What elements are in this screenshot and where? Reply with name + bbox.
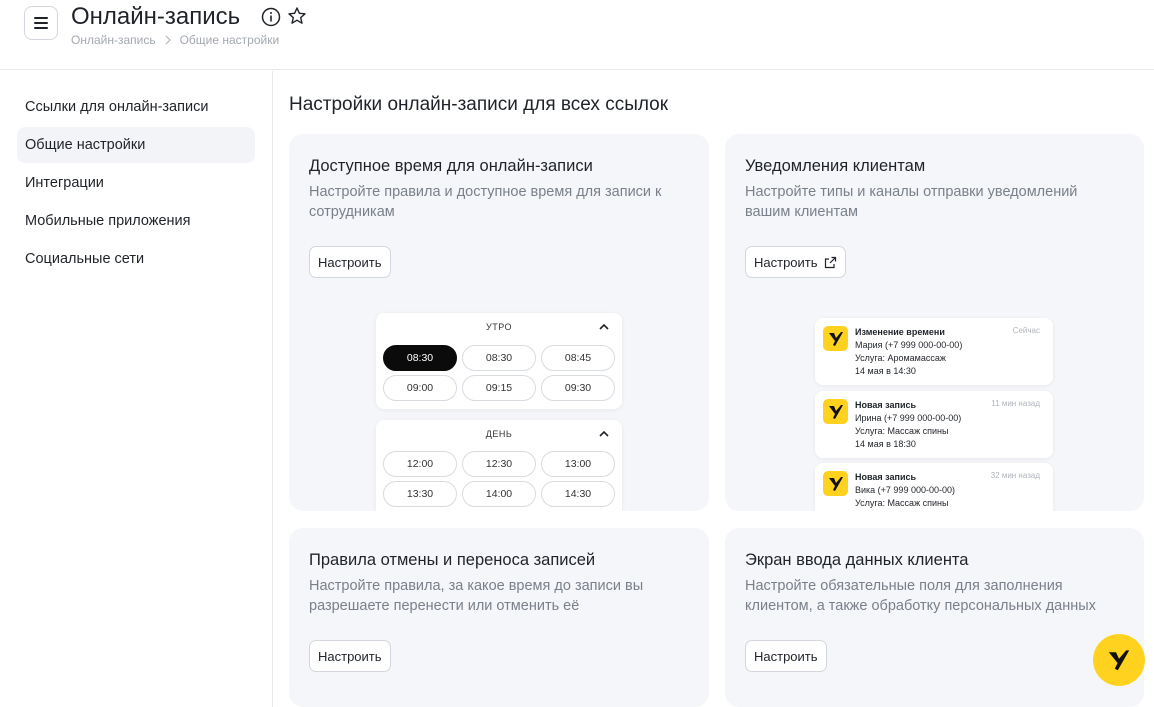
menu-button[interactable] [24,6,58,40]
time-slot[interactable]: 13:00 [541,451,615,477]
notification-service: Услуга: Массаж спины [855,426,949,436]
time-slot[interactable]: 12:30 [462,451,536,477]
time-slot[interactable]: 12:00 [383,451,457,477]
button-label: Настроить [318,648,382,664]
yclients-logo-icon [823,399,848,424]
card-client-data-screen: Экран ввода данных клиента Настройте обя… [725,528,1144,707]
notification-client: Ирина (+7 999 000-00-00) [855,413,962,423]
notification-title: Изменение времени [855,327,945,337]
card-title: Правила отмены и переноса записей [309,551,596,569]
sidebar-item-booking-links[interactable]: Ссылки для онлайн-записи [17,89,255,125]
yclients-logo-icon [823,471,848,496]
slot-group-label: ДЕНЬ [485,429,513,439]
configure-button[interactable]: Настроить [309,246,391,278]
configure-button[interactable]: Настроить [745,640,827,672]
slot-panel-morning: УТРО 08:30 08:30 08:45 09:00 09:15 09:30 [376,313,622,409]
yclients-logo-icon [1108,650,1130,671]
page-title: Онлайн-запись [71,3,241,30]
button-label: Настроить [754,254,818,270]
notification-time: Сейчас [1012,326,1040,335]
card-description: Настройте правила, за какое время до зап… [309,578,644,614]
card-title: Экран ввода данных клиента [745,551,969,569]
sidebar-item-general-settings[interactable]: Общие настройки [17,127,255,163]
sidebar-item-integrations[interactable]: Интеграции [17,165,255,201]
card-client-notifications: Уведомления клиентам Настройте типы и ка… [725,134,1144,511]
notification-time: 32 мин назад [990,471,1040,480]
notification-client: Вика (+7 999 000-00-00) [855,485,955,495]
notification-date: 14 мая в 18:30 [855,439,916,449]
yclients-logo-icon [823,326,848,351]
notification-service: Услуга: Аромамассаж [855,353,946,363]
section-title: Настройки онлайн-записи для всех ссылок [289,94,669,115]
chevron-right-icon [165,35,171,45]
notification-date: 14 мая в 14:30 [855,366,916,376]
notification-title: Новая запись [855,472,917,482]
info-icon[interactable] [261,7,281,27]
sidebar: Ссылки для онлайн-записи Общие настройки… [0,71,273,707]
button-label: Настроить [318,254,382,270]
breadcrumb-item-general-settings: Общие настройки [179,33,280,47]
configure-button[interactable]: Настроить [309,640,391,672]
configure-button[interactable]: Настроить [745,246,846,278]
notification-service: Услуга: Массаж спины [855,498,949,508]
button-label: Настроить [754,648,818,664]
hamburger-icon [34,17,48,29]
sidebar-item-social-networks[interactable]: Социальные сети [17,241,255,277]
slot-panel-day: ДЕНЬ 12:00 12:30 13:00 13:30 14:00 14:30 [376,420,622,511]
notification-client: Мария (+7 999 000-00-00) [855,340,963,350]
time-slot[interactable]: 09:15 [462,375,536,401]
chevron-up-icon[interactable] [598,321,610,333]
card-description: Настройте типы и каналы отправки уведомл… [745,184,1078,220]
breadcrumb: Онлайн-запись Общие настройки [71,33,279,47]
header: Онлайн-запись Онлайн-запись Общие настро… [0,0,1154,70]
time-slot[interactable]: 14:00 [462,481,536,507]
time-slot[interactable]: 08:30 [462,345,536,371]
card-cancel-reschedule-rules: Правила отмены и переноса записей Настро… [289,528,709,707]
time-slot[interactable]: 14:30 [541,481,615,507]
slot-group-label: УТРО [485,322,513,332]
star-icon[interactable] [287,6,307,26]
time-slot[interactable]: 08:45 [541,345,615,371]
card-description: Настройте обязательные поля для заполнен… [745,578,1096,614]
card-title: Доступное время для онлайн-записи [309,157,593,175]
card-description: Настройте правила и доступное время для … [309,184,662,220]
notification-title: Новая запись [855,400,917,410]
time-slot[interactable]: 13:30 [383,481,457,507]
card-title: Уведомления клиентам [745,157,926,175]
time-slot[interactable]: 09:30 [541,375,615,401]
notification-card: Новая запись Ирина (+7 999 000-00-00) Ус… [815,391,1053,458]
notification-card: Изменение времени Мария (+7 999 000-00-0… [815,318,1053,385]
chevron-up-icon[interactable] [598,428,610,440]
notification-card: Новая запись Вика (+7 999 000-00-00) Усл… [815,463,1053,511]
notification-time: 11 мин назад [991,399,1040,408]
sidebar-item-mobile-apps[interactable]: Мобильные приложения [17,203,255,239]
support-chat-button[interactable] [1093,634,1145,686]
external-link-icon [824,256,836,268]
time-slot[interactable]: 09:00 [383,375,457,401]
breadcrumb-item-online-booking[interactable]: Онлайн-запись [71,33,156,47]
time-slot[interactable]: 08:30 [383,345,457,371]
card-available-time: Доступное время для онлайн-записи Настро… [289,134,709,511]
